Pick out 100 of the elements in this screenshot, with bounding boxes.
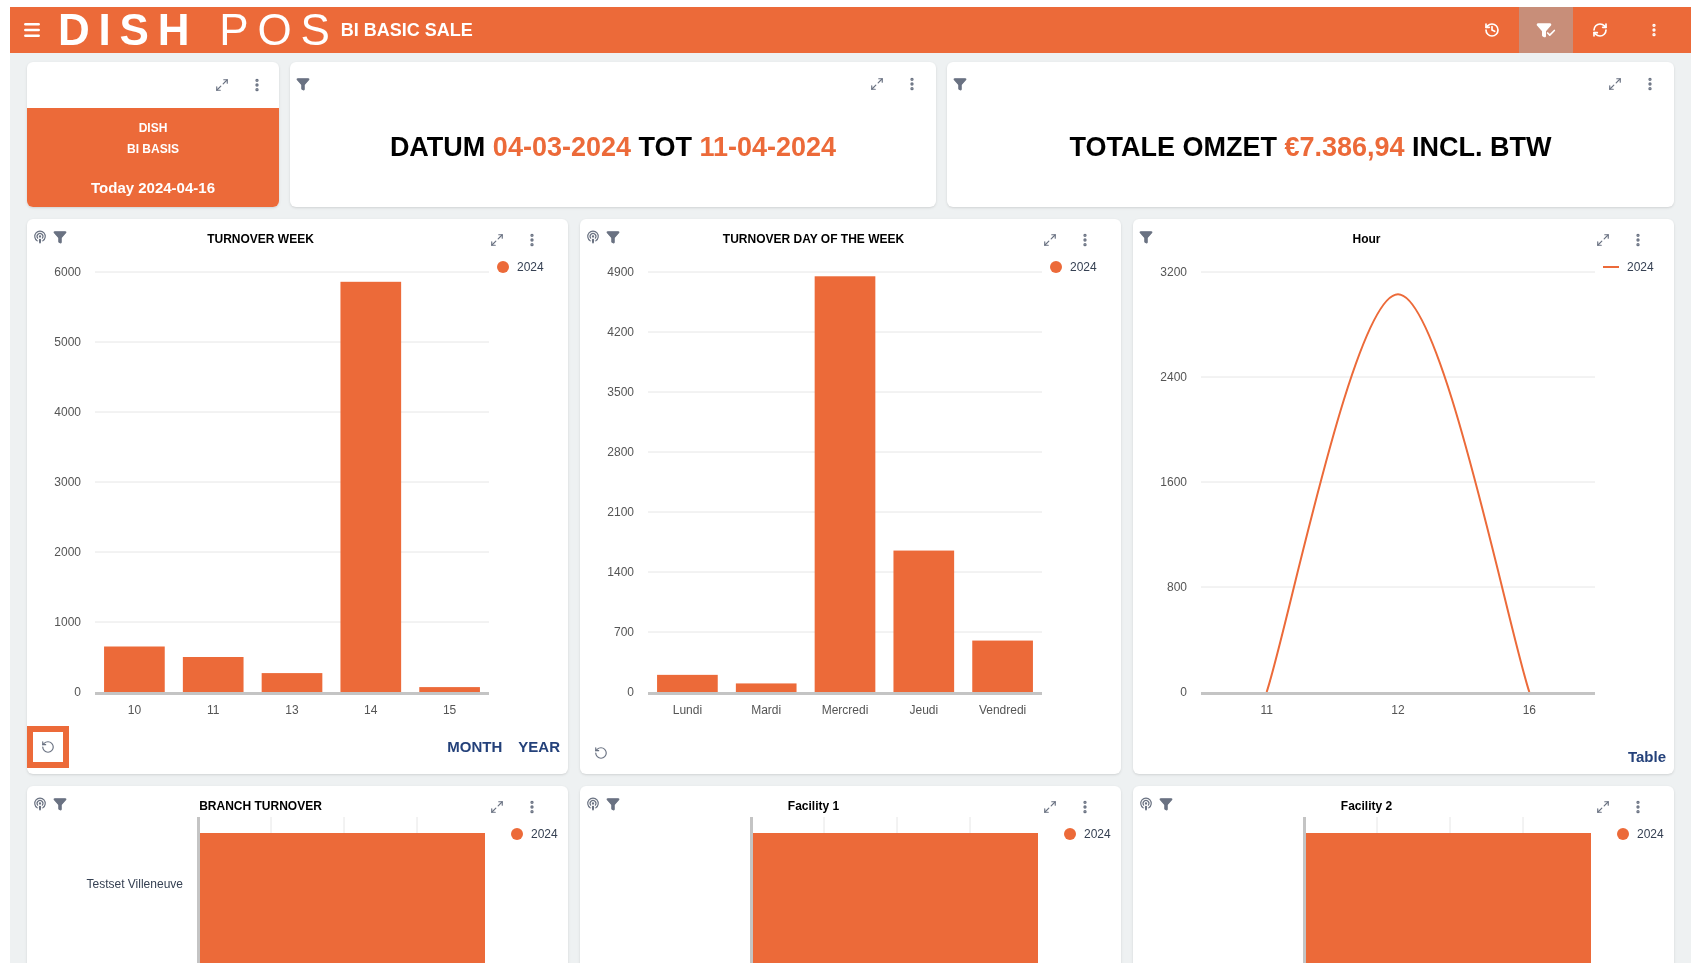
filter-icon[interactable] bbox=[296, 77, 310, 91]
stat-text: DATUM 04-03-2024 TOT 11-04-2024 bbox=[389, 131, 837, 165]
axis-label: Testset Villeneuve bbox=[86, 876, 183, 893]
axis-label: 16 bbox=[1522, 703, 1536, 717]
history-icon bbox=[1484, 22, 1500, 38]
expand-icon bbox=[490, 800, 504, 814]
axis-label: 1000 bbox=[54, 615, 81, 629]
axis-label: 2800 bbox=[607, 445, 634, 459]
chart-title: BRANCH TURNOVER bbox=[199, 798, 322, 815]
legend-label: 2024 bbox=[517, 259, 544, 276]
chart-title: Hour bbox=[1352, 231, 1381, 248]
broadcast-icon[interactable] bbox=[33, 797, 47, 811]
legend-label: 2024 bbox=[1070, 259, 1097, 276]
axis-label: Jeudi bbox=[909, 703, 939, 717]
filter-check-icon bbox=[1536, 22, 1556, 38]
expand-button[interactable] bbox=[213, 76, 231, 94]
chart-bar[interactable] bbox=[893, 550, 955, 692]
chart-link[interactable]: MONTH bbox=[447, 735, 503, 759]
axis-label: 700 bbox=[613, 625, 634, 639]
axis-label: 800 bbox=[1166, 580, 1187, 594]
axis-label: 0 bbox=[74, 685, 81, 699]
expand-icon bbox=[1043, 233, 1057, 247]
axis-label: 6000 bbox=[54, 265, 81, 279]
broadcast-icon[interactable] bbox=[33, 230, 47, 244]
reset-icon bbox=[41, 740, 55, 754]
expand-icon bbox=[490, 233, 504, 247]
chart-title: TURNOVER WEEK bbox=[207, 231, 314, 248]
axis-label: Lundi bbox=[672, 703, 703, 717]
legend-line bbox=[1603, 266, 1619, 268]
today-date: Today 2024-04-16 bbox=[91, 177, 215, 198]
axis-label: 4900 bbox=[607, 265, 634, 279]
axis-label: 12 bbox=[1391, 703, 1405, 717]
axis-label: 3500 bbox=[607, 385, 634, 399]
axis-label: 11 bbox=[206, 703, 220, 717]
chart-link[interactable]: YEAR bbox=[518, 735, 560, 759]
filter-icon[interactable] bbox=[1159, 797, 1173, 811]
filter-icon[interactable] bbox=[606, 230, 620, 244]
axis-label: 13 bbox=[285, 703, 299, 717]
expand-icon bbox=[1043, 800, 1057, 814]
filter-icon[interactable] bbox=[1139, 230, 1153, 244]
expand-button[interactable] bbox=[488, 231, 506, 249]
axis-label: 14 bbox=[364, 703, 378, 717]
brand-text: BI BASIS bbox=[127, 141, 179, 158]
chart-title: TURNOVER DAY OF THE WEEK bbox=[722, 231, 905, 248]
expand-icon bbox=[1608, 77, 1622, 91]
chart-bar[interactable] bbox=[814, 276, 876, 692]
axis-label: Mercredi bbox=[821, 703, 869, 717]
expand-icon bbox=[1596, 800, 1610, 814]
expand-button[interactable] bbox=[1594, 798, 1612, 816]
legend-label: 2024 bbox=[1084, 826, 1111, 843]
axis-label: 2400 bbox=[1160, 370, 1187, 384]
axis-label: 2100 bbox=[607, 505, 634, 519]
expand-icon bbox=[1596, 233, 1610, 247]
chart-title: Facility 2 bbox=[1340, 798, 1393, 815]
chart-bar[interactable] bbox=[657, 674, 718, 692]
filter-icon[interactable] bbox=[53, 230, 67, 244]
logo: DISH POS bbox=[58, 8, 339, 52]
expand-button[interactable] bbox=[868, 75, 886, 93]
axis-label: 1400 bbox=[607, 565, 634, 579]
filter-icon[interactable] bbox=[53, 797, 67, 811]
axis-label: 3000 bbox=[54, 475, 81, 489]
filter-icon[interactable] bbox=[606, 797, 620, 811]
expand-button[interactable] bbox=[1606, 75, 1624, 93]
axis-label: 3200 bbox=[1160, 265, 1187, 279]
expand-icon bbox=[870, 77, 884, 91]
filter-button[interactable] bbox=[1519, 7, 1573, 53]
axis-label: 2000 bbox=[54, 545, 81, 559]
axis-label: 0 bbox=[1180, 685, 1187, 699]
legend-label: 2024 bbox=[1637, 826, 1664, 843]
expand-button[interactable] bbox=[1041, 798, 1059, 816]
axis-label: 1600 bbox=[1160, 475, 1187, 489]
page-title: BI BASIC SALE bbox=[340, 18, 473, 42]
legend-label: 2024 bbox=[1627, 259, 1654, 276]
broadcast-icon[interactable] bbox=[586, 797, 600, 811]
axis-label: 4200 bbox=[607, 325, 634, 339]
axis-label: 5000 bbox=[54, 335, 81, 349]
menu-button[interactable] bbox=[22, 20, 42, 40]
refresh-icon bbox=[1592, 22, 1608, 38]
axis-label: Vendredi bbox=[978, 703, 1027, 717]
axis-label: Mardi bbox=[751, 703, 782, 717]
chart-bar[interactable] bbox=[261, 673, 323, 692]
reset-icon bbox=[594, 746, 608, 760]
filter-icon[interactable] bbox=[953, 77, 967, 91]
reset-button[interactable] bbox=[27, 726, 69, 768]
chart-title: Facility 1 bbox=[787, 798, 840, 815]
expand-button[interactable] bbox=[1041, 231, 1059, 249]
axis-label: 0 bbox=[627, 685, 634, 699]
axis-label: 4000 bbox=[54, 405, 81, 419]
expand-button[interactable] bbox=[1594, 231, 1612, 249]
expand-icon bbox=[215, 78, 229, 92]
expand-button[interactable] bbox=[488, 798, 506, 816]
brand-text: DISH bbox=[138, 120, 168, 137]
axis-label: 11 bbox=[1260, 703, 1273, 717]
chart-link[interactable]: Table bbox=[1627, 745, 1666, 768]
stat-text: TOTALE OMZET €7.386,94 INCL. BTW bbox=[1069, 131, 1552, 165]
broadcast-icon[interactable] bbox=[586, 230, 600, 244]
broadcast-icon[interactable] bbox=[1139, 797, 1153, 811]
legend-label: 2024 bbox=[531, 826, 558, 843]
axis-label: 15 bbox=[442, 703, 457, 717]
axis-label: 10 bbox=[127, 703, 142, 717]
